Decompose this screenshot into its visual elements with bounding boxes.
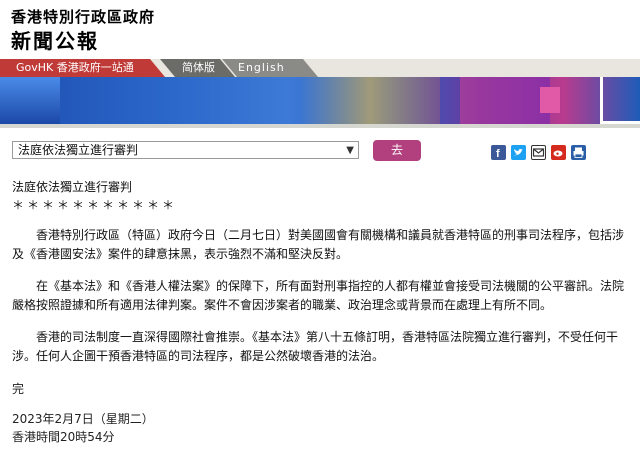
article-paragraph: 香港的司法制度一直深得國際社會推崇。《基本法》第八十五條訂明，香港特區法院獨立進… <box>12 330 619 363</box>
article-select-value: 法庭依法獨立進行審判 <box>18 143 139 157</box>
chevron-down-icon: ▼ <box>346 145 354 156</box>
english-link[interactable]: English <box>222 59 318 77</box>
article-paragraph: 香港特別行政區（特區）政府今日（二月七日）對美國國會有關機構和議員就香港特區的刑… <box>12 228 625 261</box>
header-banner <box>0 77 640 124</box>
government-name: 香港特別行政區政府 <box>11 8 156 26</box>
weibo-icon[interactable] <box>551 145 566 160</box>
govhk-link[interactable]: GovHK 香港政府一站通 <box>0 59 165 77</box>
article-header: 法庭依法獨立進行審判 ＊＊＊＊＊＊＊＊＊＊＊ <box>12 179 630 213</box>
article-end-marker: 完 <box>12 382 25 396</box>
svg-text:f: f <box>496 148 500 160</box>
release-time: 香港時間20時54分 <box>12 430 115 444</box>
release-date: 2023年2月7日（星期二） <box>12 412 154 426</box>
print-icon[interactable] <box>571 145 586 160</box>
email-icon[interactable] <box>531 145 546 160</box>
article-select[interactable]: 法庭依法獨立進行審判 ▼ <box>12 141 359 159</box>
facebook-icon[interactable]: f <box>491 145 506 160</box>
article-paragraph: 在《基本法》和《香港人權法案》的保障下，所有面對刑事指控的人都有權並會接受司法機… <box>12 279 625 312</box>
banner-divider <box>0 124 640 128</box>
article-title: 法庭依法獨立進行審判 <box>12 180 133 194</box>
twitter-icon[interactable] <box>511 145 526 160</box>
go-button[interactable]: 去 <box>373 140 421 161</box>
title-separator: ＊＊＊＊＊＊＊＊＊＊＊ <box>12 198 178 212</box>
press-release-heading: 新聞公報 <box>11 29 99 53</box>
